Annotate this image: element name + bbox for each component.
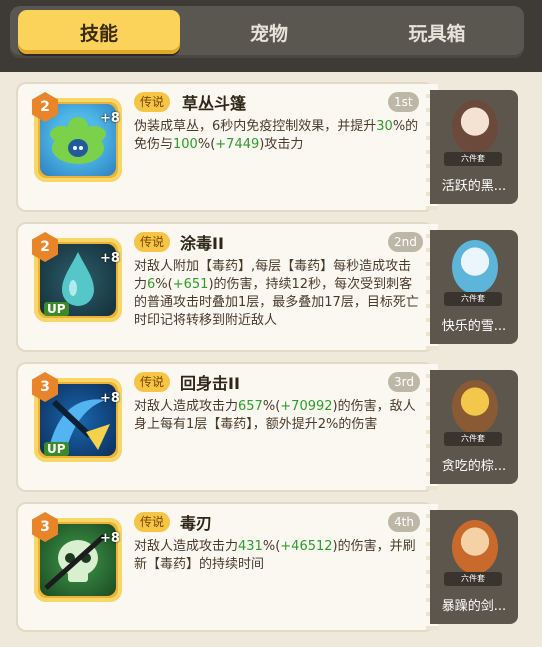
skill-rank: 3rd <box>388 372 420 392</box>
tab-bar: 技能 宠物 玩具箱 <box>10 6 524 58</box>
skill-card[interactable]: 3 +8 传说 毒刃 4th 对敌人造成攻击力431%(+46512)的伤害，并… <box>18 504 518 630</box>
pet-slot[interactable]: 六件套 活跃的黑... <box>430 90 518 204</box>
skill-description: 对敌人造成攻击力431%(+46512)的伤害，并刷新【毒药】的持续时间 <box>134 539 416 572</box>
skill-rank: 2nd <box>388 232 423 252</box>
skill-card[interactable]: 2 +8 UP 传说 涂毒II 2nd 对敌人附加【毒药】,每层【毒药】每秒造成… <box>18 224 518 350</box>
skill-plus-level: +8 <box>100 111 120 126</box>
pet-plinth: 六件套 <box>444 572 502 586</box>
skill-card[interactable]: 3 +8 UP 传说 回身击II 3rd 对敌人造成攻击力657%(+70992… <box>18 364 518 490</box>
skill-description: 对敌人附加【毒药】,每层【毒药】每秒造成攻击力6%(+651)的伤害，持续12秒… <box>134 259 419 328</box>
snow-pet-figure-icon <box>452 240 498 294</box>
pet-name: 活跃的黑... <box>441 179 507 194</box>
rarity-badge: 传说 <box>134 232 171 252</box>
rarity-badge: 传说 <box>134 512 171 532</box>
skill-name: 毒刃 <box>180 514 213 533</box>
tab-skills[interactable]: 技能 <box>18 10 180 54</box>
rarity-badge: 传说 <box>134 372 171 392</box>
skill-card[interactable]: 2 +8 传说 草丛斗篷 1st 伪装成草丛，6秒内免疫控制效果，并提升30%的… <box>18 84 518 210</box>
skill-plus-level: +8 <box>100 251 120 266</box>
skill-plus-level: +8 <box>100 391 120 406</box>
skill-plus-level: +8 <box>100 531 120 546</box>
bear-pet-figure-icon <box>452 380 498 434</box>
pet-name: 暴躁的剑... <box>441 599 507 614</box>
skill-name: 涂毒II <box>180 234 224 253</box>
tab-pets[interactable]: 宠物 <box>188 10 350 54</box>
skill-rank: 4th <box>388 512 420 532</box>
boar-pet-figure-icon <box>452 100 498 154</box>
swordsman-pet-figure-icon <box>452 520 498 574</box>
skill-name: 草丛斗篷 <box>182 94 247 113</box>
upgrade-badge: UP <box>44 302 69 316</box>
skill-description: 对敌人造成攻击力657%(+70992)的伤害，敌人身上每有1层【毒药】，额外提… <box>134 399 416 432</box>
rarity-badge: 传说 <box>134 92 171 112</box>
pet-slot[interactable]: 六件套 快乐的雪... <box>430 230 518 344</box>
pet-plinth: 六件套 <box>444 292 502 306</box>
upgrade-badge: UP <box>44 442 69 456</box>
skill-name: 回身击II <box>180 374 240 393</box>
skill-list: 2 +8 传说 草丛斗篷 1st 伪装成草丛，6秒内免疫控制效果，并提升30%的… <box>0 72 542 647</box>
pet-slot[interactable]: 六件套 贪吃的棕... <box>430 370 518 484</box>
tab-toybox[interactable]: 玩具箱 <box>356 10 518 54</box>
pet-slot[interactable]: 六件套 暴躁的剑... <box>430 510 518 624</box>
pet-name: 贪吃的棕... <box>441 459 507 474</box>
skill-rank: 1st <box>388 92 419 112</box>
pet-plinth: 六件套 <box>444 432 502 446</box>
skill-description: 伪装成草丛，6秒内免疫控制效果，并提升30%的免伤与100%(+7449)攻击力 <box>134 119 419 152</box>
pet-plinth: 六件套 <box>444 152 502 166</box>
pet-name: 快乐的雪... <box>441 319 507 334</box>
